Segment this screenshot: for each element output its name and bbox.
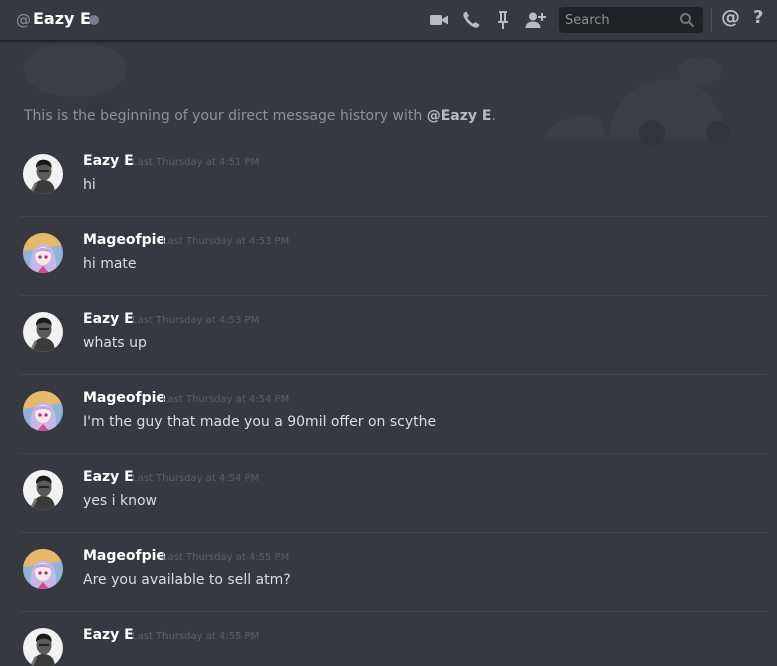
dm-intro-mention[interactable]: @Eazy E	[427, 108, 492, 124]
avatar-mageofpie[interactable]	[23, 391, 63, 431]
search-bar	[559, 7, 703, 33]
message-author[interactable]: Eazy E	[83, 627, 134, 643]
dm-intro-suffix: .	[491, 108, 496, 124]
message-group: Eazy E Last Thursday at 4:53 PM whats up	[0, 296, 777, 375]
voice-call-icon[interactable]	[460, 9, 482, 31]
welcome-illustration	[23, 41, 730, 146]
message-text: hi	[83, 177, 96, 193]
message-timestamp: Last Thursday at 4:53 PM	[162, 236, 290, 247]
message-group: Mageofpie Last Thursday at 4:53 PM hi ma…	[0, 217, 777, 296]
message-text: whats up	[83, 335, 147, 351]
add-friend-icon[interactable]	[524, 9, 546, 31]
message-author[interactable]: Eazy E	[83, 311, 134, 327]
search-icon[interactable]	[679, 12, 695, 28]
channel-header: @ Eazy E Search @ ?	[0, 0, 777, 41]
message-author[interactable]: Eazy E	[83, 469, 134, 485]
mentions-icon[interactable]: @	[721, 6, 740, 28]
pinned-messages-icon[interactable]	[492, 9, 514, 31]
message-timestamp: Last Thursday at 4:51 PM	[132, 157, 260, 168]
message-timestamp: Last Thursday at 4:55 PM	[132, 631, 260, 642]
at-icon: @	[16, 11, 31, 29]
message-author[interactable]: Mageofpie	[83, 232, 166, 248]
message-group: Mageofpie Last Thursday at 4:55 PM Are y…	[0, 533, 777, 612]
search-input[interactable]	[559, 7, 681, 33]
message-text: Are you available to sell atm?	[83, 572, 291, 588]
status-indicator	[89, 15, 99, 25]
message-timestamp: Last Thursday at 4:54 PM	[132, 473, 260, 484]
message-text: I'm the guy that made you a 90mil offer …	[83, 414, 437, 430]
header-divider	[711, 8, 712, 32]
avatar-eazy-e[interactable]	[23, 470, 63, 510]
message-group: Eazy E Last Thursday at 4:55 PM	[0, 612, 777, 666]
message-text: yes i know	[83, 493, 157, 509]
message-timestamp: Last Thursday at 4:54 PM	[162, 394, 290, 405]
help-icon[interactable]: ?	[753, 7, 763, 28]
message-text: hi mate	[83, 256, 137, 272]
message-group: Mageofpie Last Thursday at 4:54 PM I'm t…	[0, 375, 777, 454]
dm-intro-prefix: This is the beginning of your direct mes…	[24, 108, 427, 124]
message-author[interactable]: Mageofpie	[83, 548, 166, 564]
message-timestamp: Last Thursday at 4:55 PM	[162, 552, 290, 563]
message-timestamp: Last Thursday at 4:53 PM	[132, 315, 260, 326]
message-group: Eazy E Last Thursday at 4:54 PM yes i kn…	[0, 454, 777, 533]
avatar-eazy-e[interactable]	[23, 154, 63, 194]
dm-intro: This is the beginning of your direct mes…	[24, 108, 496, 124]
message-author[interactable]: Eazy E	[83, 153, 134, 169]
messages-list: This is the beginning of your direct mes…	[0, 41, 777, 666]
avatar-mageofpie[interactable]	[23, 549, 63, 589]
channel-title: Eazy E	[33, 9, 91, 28]
avatar-eazy-e[interactable]	[23, 628, 63, 666]
video-call-icon[interactable]	[428, 9, 450, 31]
message-group: Eazy E Last Thursday at 4:51 PM hi	[0, 138, 777, 217]
avatar-mageofpie[interactable]	[23, 233, 63, 273]
message-author[interactable]: Mageofpie	[83, 390, 166, 406]
avatar-eazy-e[interactable]	[23, 312, 63, 352]
dm-window: @ Eazy E Search @ ? This is the beginnin…	[0, 0, 777, 666]
